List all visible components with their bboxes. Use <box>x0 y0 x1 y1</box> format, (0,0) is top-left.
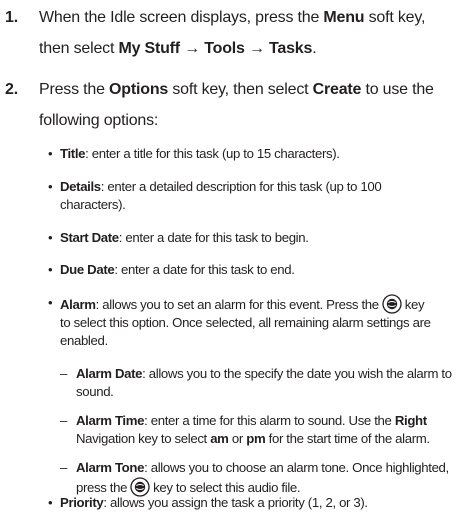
option-text: Due Date: enter a date for this task to … <box>60 261 468 279</box>
bullet-mark: • <box>48 179 53 194</box>
step-text: soft key, <box>364 9 426 26</box>
bullet-mark: • <box>48 262 53 277</box>
step-2-line-2: following options: <box>39 112 159 129</box>
step-text: to use the <box>361 81 434 98</box>
option-text: Alarm Time: enter a time for this alarm … <box>76 412 468 448</box>
step-text: then select <box>39 40 119 57</box>
dash-mark: – <box>60 413 67 428</box>
am-label: am <box>210 431 229 446</box>
option-description: characters). <box>60 197 126 212</box>
step-2-line-1: Press the Options soft key, then select … <box>39 76 459 103</box>
option-label: Details <box>60 179 101 194</box>
option-label: Alarm Tone <box>76 460 145 475</box>
option-text: Start Date: enter a date for this task t… <box>60 229 468 247</box>
bullet-mark: • <box>48 495 53 510</box>
step-number: 1. <box>5 9 18 26</box>
dash-mark: – <box>60 366 67 381</box>
step-text: soft key, then select <box>168 81 313 98</box>
option-description: key to select this audio file. <box>153 480 301 495</box>
option-text: Priority: allows you assign the task a p… <box>60 494 468 512</box>
option-label: Alarm Date <box>76 366 143 381</box>
option-text: Title: enter a title for this task (up t… <box>60 145 468 163</box>
option-description: : enter a date for this task to begin. <box>118 230 309 245</box>
option-text: Alarm Tone: allows you to choose an alar… <box>76 459 468 497</box>
step-text: Press the <box>39 81 110 98</box>
option-label: Priority <box>60 495 104 510</box>
option-description: : allows you assign the task a priority … <box>103 495 368 510</box>
dash-mark: – <box>60 460 67 475</box>
right-key-label: Right <box>394 413 427 428</box>
option-text: Details: enter a detailed description fo… <box>60 178 468 214</box>
step-text: . <box>312 40 317 57</box>
option-description: : enter a date for this task to end. <box>114 262 295 277</box>
option-description: : enter a detailed description for this … <box>100 179 382 194</box>
option-description: sound. <box>76 384 114 399</box>
option-label: Start Date <box>60 230 119 245</box>
menu-key-label: Menu <box>323 9 365 26</box>
option-label: Alarm <box>60 297 96 312</box>
option-text: Alarm Date: allows you to the specify th… <box>76 365 468 401</box>
option-description: press the <box>76 480 128 495</box>
option-description: Navigation key to select <box>76 431 211 446</box>
option-description: : enter a time for this alarm to sound. … <box>144 413 395 428</box>
option-description: key <box>404 297 425 312</box>
option-text: Alarm: allows you to set an alarm for th… <box>60 294 468 350</box>
option-description: to select this option. Once selected, al… <box>60 315 431 330</box>
option-description: : enter a title for this task (up to 15 … <box>85 146 340 161</box>
bullet-mark: • <box>48 295 53 310</box>
menu-path: My Stuff → Tools → Tasks <box>118 40 313 57</box>
option-label: Alarm Time <box>76 413 145 428</box>
pm-label: pm <box>246 431 266 446</box>
center-select-key-icon <box>382 294 402 314</box>
step-1-line-1: When the Idle screen displays, press the… <box>39 4 459 31</box>
step-1-line-2: then select My Stuff → Tools → Tasks. <box>39 35 459 62</box>
step-text: When the Idle screen displays, press the <box>39 9 324 26</box>
option-description: or <box>228 431 247 446</box>
option-label: Due Date <box>60 262 115 277</box>
option-description: : allows you to set an alarm for this ev… <box>95 297 379 312</box>
option-description: for the start time of the alarm. <box>265 431 430 446</box>
option-description: : allows you to the specify the date you… <box>142 366 452 381</box>
option-description: : allows you to choose an alarm tone. On… <box>144 460 449 475</box>
option-label: Title <box>60 146 86 161</box>
option-description: enabled. <box>60 333 108 348</box>
bullet-mark: • <box>48 230 53 245</box>
options-key-label: Options <box>109 81 169 98</box>
bullet-mark: • <box>48 146 53 161</box>
create-label: Create <box>312 81 362 98</box>
step-number: 2. <box>5 81 18 98</box>
